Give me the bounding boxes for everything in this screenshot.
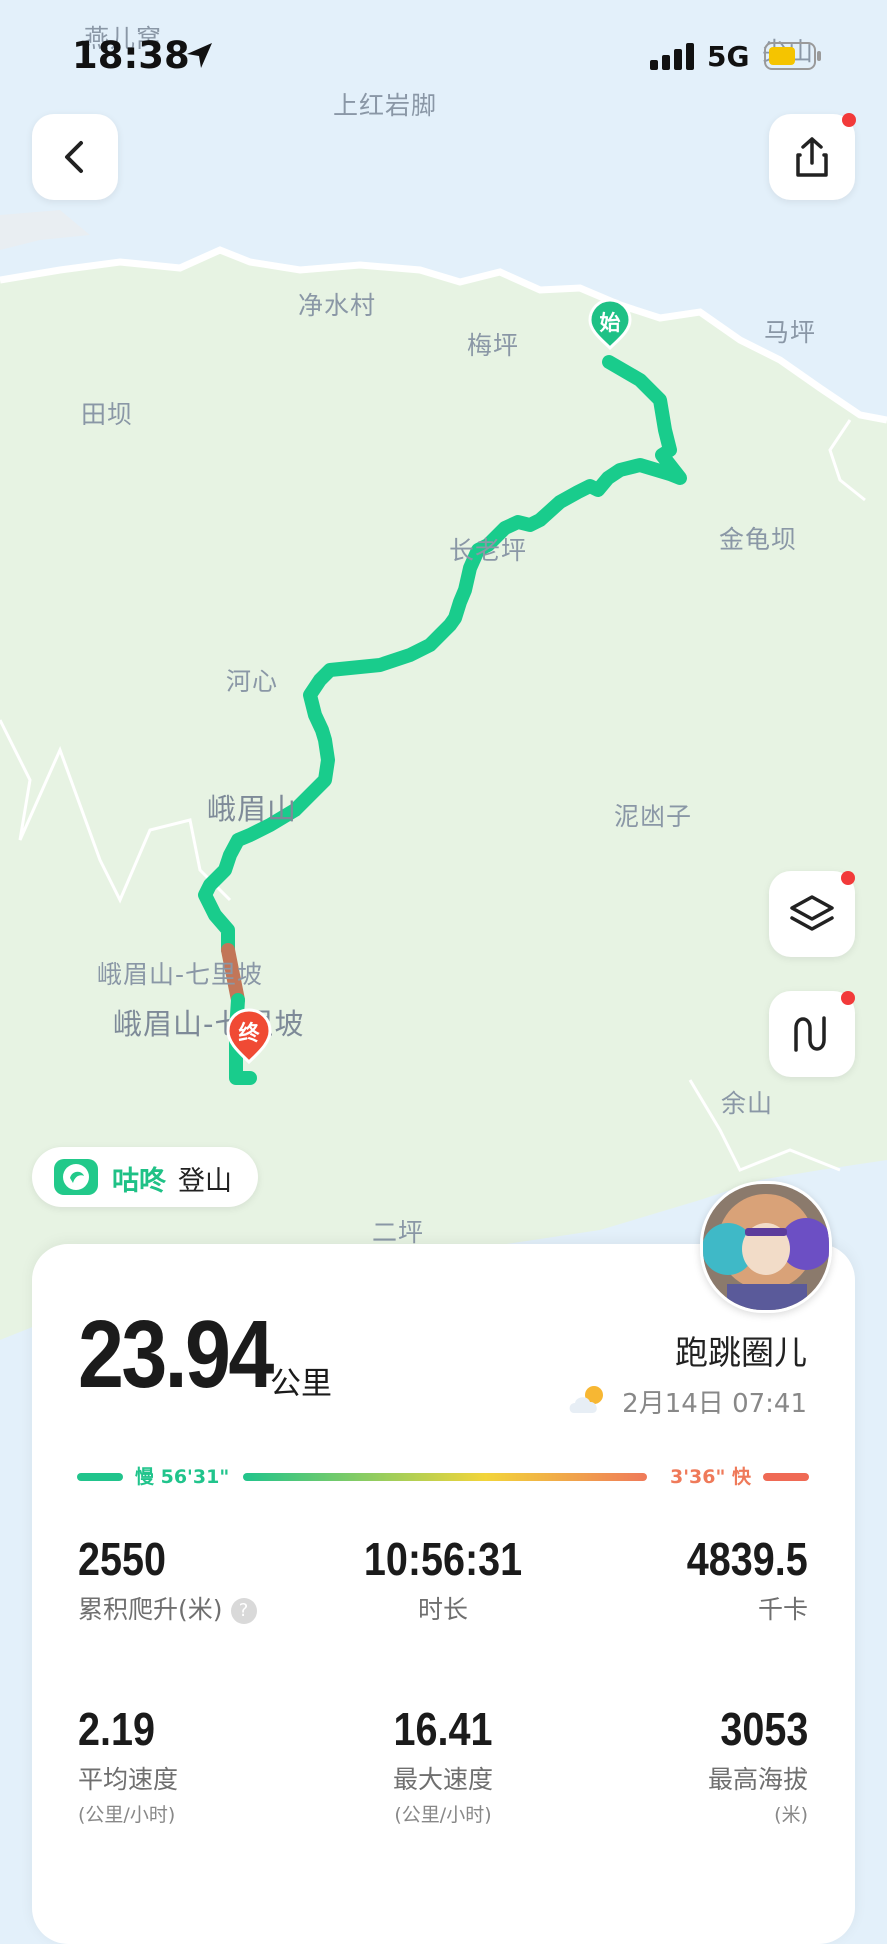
notification-dot — [841, 991, 855, 1005]
pace-slow-swatch — [77, 1473, 123, 1481]
activity-datetime: 2月14日 07:41 — [622, 1389, 807, 1419]
brand-badge: 咕咚 登山 — [32, 1147, 258, 1207]
stat-avg-speed: 2.19 平均速度 (公里/小时) — [78, 1702, 178, 1827]
pace-legend: 慢 56'31" 3'36" 快 — [77, 1462, 809, 1492]
map-label: 净水村 — [298, 291, 377, 320]
stat-calories: 4839.5 千卡 — [667, 1532, 808, 1626]
stat-max-altitude: 3053 最高海拔 (米) — [706, 1702, 808, 1827]
map-label: 金龟坝 — [719, 525, 798, 554]
location-arrow-icon — [187, 43, 212, 68]
avatar[interactable] — [700, 1181, 832, 1313]
share-icon — [796, 137, 828, 177]
map-label: 峨眉山-七里坡 — [97, 960, 264, 989]
stat-unit: (米) — [774, 1804, 808, 1826]
stat-value: 2.19 — [78, 1703, 155, 1755]
stat-value: 16.41 — [393, 1703, 493, 1755]
elevation-curve-icon — [794, 1016, 826, 1052]
elevation-profile-button[interactable] — [769, 991, 855, 1077]
username[interactable]: 跑跳圈儿 — [675, 1326, 807, 1374]
stat-value: 10:56:31 — [363, 1533, 523, 1585]
chevron-left-icon — [65, 141, 83, 173]
stat-elevation-gain: 2550 累积爬升(米)? — [78, 1532, 257, 1626]
end-marker-label: 终 — [238, 1021, 260, 1045]
partly-cloudy-icon — [569, 1386, 603, 1413]
activity-type: 登山 — [178, 1166, 232, 1197]
stat-label: 最高海拔 — [707, 1765, 808, 1794]
status-bar: 18:38 5G — [0, 34, 887, 84]
codoon-logo-icon — [54, 1159, 98, 1195]
share-button[interactable] — [769, 114, 855, 200]
pace-gradient-bar — [243, 1473, 647, 1481]
map-label: 马坪 — [764, 318, 817, 347]
map-label: 长老坪 — [449, 536, 528, 565]
battery-icon — [764, 42, 821, 70]
status-time: 18:38 — [72, 34, 190, 77]
stat-unit: (公里/小时) — [78, 1804, 176, 1826]
map-label: 泥凼子 — [614, 802, 693, 831]
stat-value: 3053 — [719, 1703, 808, 1755]
map-label: 梅坪 — [467, 331, 520, 360]
map-label: 田坝 — [81, 400, 134, 429]
help-icon[interactable]: ? — [230, 1598, 257, 1624]
stat-duration: 10:56:31 时长 — [293, 1532, 593, 1626]
network-type: 5G — [707, 40, 750, 73]
stat-label: 累积爬升(米) — [78, 1595, 223, 1624]
pace-fast-swatch — [763, 1473, 809, 1481]
layers-icon — [790, 895, 834, 931]
pace-slow-label: 慢 56'31" — [135, 1466, 230, 1488]
stat-unit: (公里/小时) — [394, 1804, 492, 1826]
end-marker[interactable]: 终 — [226, 1008, 272, 1066]
stat-label: 平均速度 — [78, 1765, 179, 1794]
map-label: 河心 — [226, 667, 279, 696]
map-label: 峨眉山 — [207, 792, 298, 826]
stat-label: 最大速度 — [392, 1765, 493, 1794]
distance-unit: 公里 — [270, 1366, 332, 1402]
signal-icon — [650, 43, 694, 70]
notification-dot — [841, 871, 855, 885]
stat-value: 2550 — [78, 1533, 167, 1585]
brand-name: 咕咚 — [112, 1166, 166, 1197]
map-label: 上红岩脚 — [333, 91, 438, 120]
back-button[interactable] — [32, 114, 118, 200]
pace-fast-label: 3'36" 快 — [670, 1466, 751, 1488]
total-distance: 23.94 — [78, 1301, 274, 1408]
start-marker[interactable]: 始 — [588, 298, 632, 352]
stat-value: 4839.5 — [686, 1533, 808, 1585]
stat-max-speed: 16.41 最大速度 (公里/小时) — [293, 1702, 593, 1827]
map-layers-button[interactable] — [769, 871, 855, 957]
map-label: 峨眉山-七里坡 — [113, 1007, 305, 1041]
stat-label: 时长 — [417, 1595, 468, 1624]
stat-label: 千卡 — [757, 1595, 808, 1624]
start-marker-label: 始 — [599, 311, 621, 335]
notification-dot — [842, 113, 856, 127]
map-label: 余山 — [721, 1089, 774, 1118]
